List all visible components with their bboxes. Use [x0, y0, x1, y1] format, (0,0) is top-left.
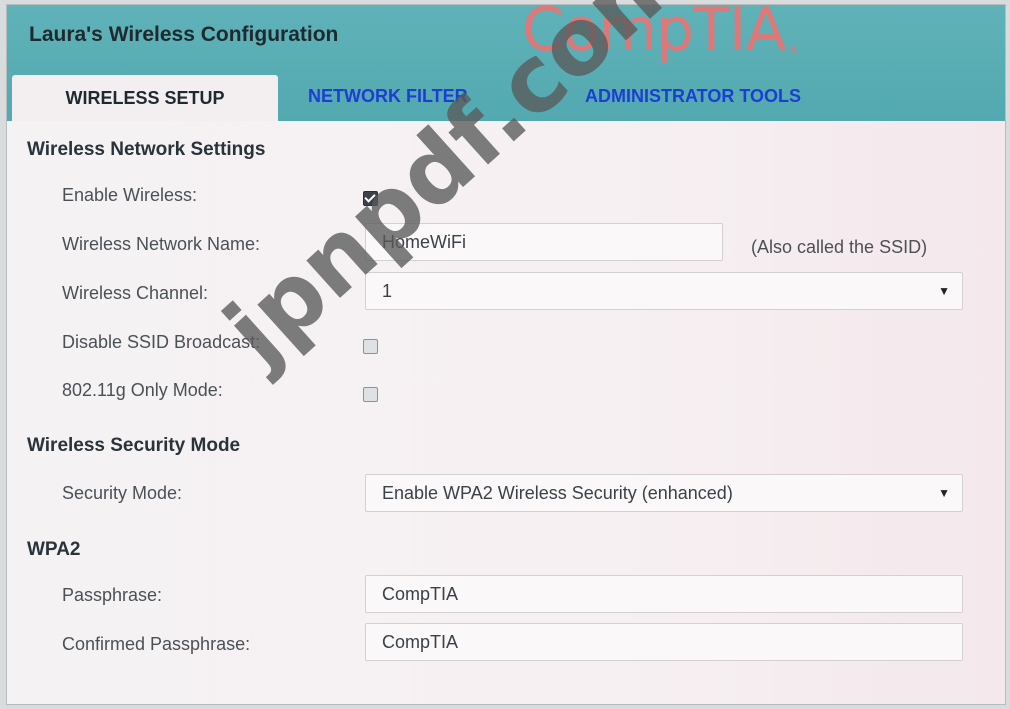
security-mode-value: Enable WPA2 Wireless Security (enhanced): [382, 483, 733, 503]
wireless-channel-label: Wireless Channel:: [62, 283, 209, 303]
g-only-mode-checkbox[interactable]: [363, 387, 378, 402]
passphrase-label: Passphrase:: [62, 585, 163, 605]
security-mode-label: Security Mode:: [62, 483, 183, 503]
wireless-channel-select[interactable]: 1 ▼: [365, 272, 963, 310]
dropdown-arrow-icon: ▼: [938, 284, 950, 298]
disable-ssid-broadcast-label: Disable SSID Broadcast:: [62, 332, 261, 352]
comptia-logo: CompTIA ®: [522, 4, 800, 65]
confirmed-passphrase-label: Confirmed Passphrase:: [62, 634, 251, 654]
wireless-channel-value: 1: [382, 281, 393, 301]
header-bar: Laura's Wireless Configuration CompTIA ® …: [7, 5, 1005, 121]
dropdown-arrow-icon: ▼: [938, 486, 950, 500]
section-title-wireless-network-settings: Wireless Network Settings: [27, 139, 266, 160]
tab-network-filter[interactable]: NETWORK FILTER: [308, 73, 468, 119]
brand-text: CompTIA: [522, 4, 787, 65]
enable-wireless-checkbox[interactable]: [363, 191, 378, 206]
security-mode-select[interactable]: Enable WPA2 Wireless Security (enhanced)…: [365, 474, 963, 512]
section-title-wireless-security-mode: Wireless Security Mode: [27, 435, 241, 456]
disable-ssid-broadcast-checkbox[interactable]: [363, 339, 378, 354]
tab-administrator-tools[interactable]: ADMINISTRATOR TOOLS: [585, 73, 801, 119]
enable-wireless-label: Enable Wireless:: [62, 185, 198, 205]
network-name-label: Wireless Network Name:: [62, 234, 261, 254]
config-window: Laura's Wireless Configuration CompTIA ® …: [6, 4, 1006, 705]
passphrase-input[interactable]: CompTIA: [365, 575, 963, 613]
app-title: Laura's Wireless Configuration: [29, 23, 339, 46]
ssid-hint: (Also called the SSID): [751, 237, 928, 257]
g-only-mode-label: 802.11g Only Mode:: [62, 380, 223, 400]
tab-bar: WIRELESS SETUP NETWORK FILTER ADMINISTRA…: [12, 75, 992, 121]
confirmed-passphrase-input[interactable]: CompTIA: [365, 623, 963, 661]
tab-wireless-setup[interactable]: WIRELESS SETUP: [12, 75, 278, 121]
brand-registered-mark: ®: [787, 43, 800, 57]
section-title-wpa2: WPA2: [27, 539, 81, 560]
network-name-input[interactable]: HomeWiFi: [365, 223, 723, 261]
wireless-setup-panel: Wireless Network Settings Enable Wireles…: [7, 121, 1005, 704]
